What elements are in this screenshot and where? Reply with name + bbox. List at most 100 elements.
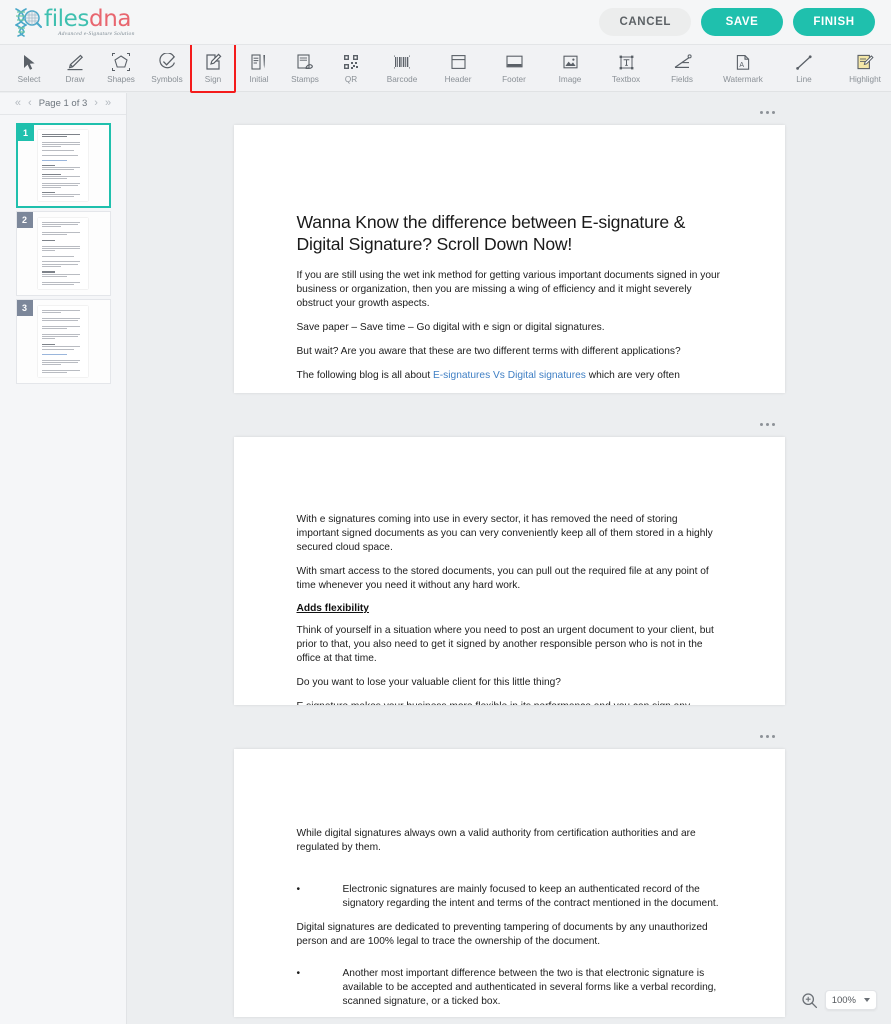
- document-page-2[interactable]: With e signatures coming into use in eve…: [233, 437, 785, 705]
- page-thumbnail-sidebar: « ‹ Page 1 of 3 › » 1 2 3: [0, 93, 127, 1024]
- stamp-icon: [296, 53, 314, 72]
- bullet-item: • Electronic signatures are mainly focus…: [297, 883, 722, 911]
- check-circle-icon: [158, 53, 176, 72]
- qr-code-icon: [342, 53, 360, 72]
- inline-link[interactable]: E-signatures Vs Digital signatures: [433, 370, 586, 381]
- finish-button[interactable]: FINISH: [793, 8, 875, 36]
- tool-highlight[interactable]: Highlight: [832, 45, 891, 92]
- tool-label: Fields: [671, 74, 693, 84]
- magnifier-plus-icon[interactable]: [801, 992, 818, 1009]
- bullet-marker: •: [296, 968, 301, 979]
- highlight-icon: [856, 53, 874, 72]
- document-canvas[interactable]: Wanna Know the difference between E-sign…: [127, 93, 891, 1024]
- paragraph: While digital signatures always own a va…: [296, 828, 696, 853]
- tool-label: Line: [796, 74, 812, 84]
- image-icon: [562, 53, 579, 72]
- tool-stamps[interactable]: Stamps: [282, 45, 328, 92]
- tool-shapes[interactable]: Shapes: [98, 45, 144, 92]
- tool-label: QR: [344, 74, 358, 84]
- tool-image[interactable]: Image: [542, 45, 598, 92]
- tool-draw[interactable]: Draw: [52, 45, 98, 92]
- paragraph: With smart access to the stored document…: [296, 566, 709, 591]
- tool-label: Footer: [502, 74, 526, 84]
- page-block-2: With e signatures coming into use in eve…: [233, 423, 785, 705]
- prev-page-button[interactable]: ‹: [28, 98, 32, 109]
- zoom-level-select[interactable]: 100%: [824, 990, 877, 1010]
- page-indicator-label: Page 1 of 3: [38, 98, 88, 109]
- initial-icon: [250, 53, 268, 72]
- tool-barcode[interactable]: Barcode: [374, 45, 430, 92]
- thumbnail-number: 2: [16, 212, 33, 228]
- tool-label: Sign: [204, 74, 222, 84]
- bullet-text: Electronic signatures are mainly focused…: [342, 884, 719, 909]
- sign-icon: [205, 53, 222, 72]
- document-page-3[interactable]: While digital signatures always own a va…: [233, 749, 785, 1017]
- subheading: Adds flexibility: [296, 603, 369, 614]
- first-page-button[interactable]: «: [15, 98, 21, 109]
- save-button[interactable]: SAVE: [701, 8, 783, 36]
- page-thumbnail-2[interactable]: 2: [15, 211, 111, 296]
- thumbnail-list: 1 2 3: [0, 115, 126, 1024]
- shapes-icon: [112, 53, 130, 72]
- app-header: filesdna Advanced e-Signature Solution C…: [0, 0, 891, 45]
- tool-label: Shapes: [107, 74, 135, 84]
- cancel-button[interactable]: CANCEL: [599, 8, 691, 36]
- barcode-icon: [392, 53, 412, 72]
- paragraph: E signature makes your business more fle…: [297, 700, 722, 705]
- tool-label: Initial: [249, 74, 269, 84]
- paragraph-with-link: The following blog is all about E-signat…: [297, 369, 722, 383]
- watermark-icon: A: [735, 53, 752, 72]
- zoom-control: 100%: [801, 990, 877, 1010]
- logo-tagline: Advanced e-Signature Solution: [58, 31, 135, 37]
- tool-symbols[interactable]: Symbols: [144, 45, 190, 92]
- tool-label: Stamps: [291, 74, 319, 84]
- paragraph: But wait? Are you aware that these are t…: [296, 346, 681, 357]
- page-options-menu-2[interactable]: [756, 419, 779, 430]
- tool-line[interactable]: Line: [776, 45, 832, 92]
- pages-scroll-container: Wanna Know the difference between E-sign…: [127, 93, 891, 1024]
- logo-wordmark: filesdna: [44, 6, 135, 32]
- tool-initial[interactable]: Initial: [236, 45, 282, 92]
- pen-icon: [66, 53, 84, 72]
- tool-label: Image: [558, 74, 582, 84]
- thumbnail-preview: [38, 130, 88, 201]
- line-icon: [795, 53, 813, 72]
- thumbnail-number: 3: [16, 300, 33, 316]
- document-page-1[interactable]: Wanna Know the difference between E-sign…: [233, 125, 785, 393]
- tool-label: Symbols: [151, 74, 183, 84]
- tool-footer[interactable]: Footer: [486, 45, 542, 92]
- last-page-button[interactable]: »: [105, 98, 111, 109]
- chevron-down-icon: [864, 998, 870, 1002]
- tool-textbox[interactable]: Textbox: [598, 45, 654, 92]
- paragraph: Do you want to lose your valuable client…: [296, 677, 561, 688]
- svg-text:A: A: [739, 62, 744, 69]
- next-page-button[interactable]: ›: [94, 98, 98, 109]
- page-options-menu-3[interactable]: [756, 731, 779, 742]
- footer-icon: [505, 53, 524, 72]
- filesdna-editor-app: filesdna Advanced e-Signature Solution C…: [0, 0, 891, 1024]
- tool-label: Barcode: [386, 74, 418, 84]
- logo-word-files: files: [44, 6, 90, 32]
- paragraph: Save paper – Save time – Go digital with…: [296, 322, 605, 333]
- tool-header[interactable]: Header: [430, 45, 486, 92]
- tool-qr[interactable]: QR: [328, 45, 374, 92]
- app-logo[interactable]: filesdna Advanced e-Signature Solution: [12, 6, 135, 38]
- tool-select[interactable]: Select: [6, 45, 52, 92]
- main-body: « ‹ Page 1 of 3 › » 1 2 3 Wanna Know the…: [0, 93, 891, 1024]
- header-actions: CANCEL SAVE FINISH: [599, 8, 875, 36]
- thumbnail-number: 1: [17, 125, 34, 141]
- page-thumbnail-1[interactable]: 1: [15, 123, 111, 208]
- tool-sign[interactable]: Sign: [190, 41, 236, 93]
- tool-watermark[interactable]: A Watermark: [710, 45, 776, 92]
- thumbnail-preview: [38, 218, 88, 289]
- tool-label: Draw: [65, 74, 85, 84]
- paragraph: Digital signatures are dedicated to prev…: [296, 922, 708, 947]
- bullet-text: Another most important difference betwee…: [342, 968, 717, 1007]
- cursor-arrow-icon: [22, 53, 37, 72]
- tool-fields[interactable]: Fields: [654, 45, 710, 92]
- page-title: Wanna Know the difference between E-sign…: [296, 212, 686, 254]
- page-options-menu-1[interactable]: [756, 107, 779, 118]
- tool-label: Highlight: [849, 74, 881, 84]
- page-thumbnail-3[interactable]: 3: [15, 299, 111, 384]
- zoom-level-value: 100%: [831, 994, 856, 1006]
